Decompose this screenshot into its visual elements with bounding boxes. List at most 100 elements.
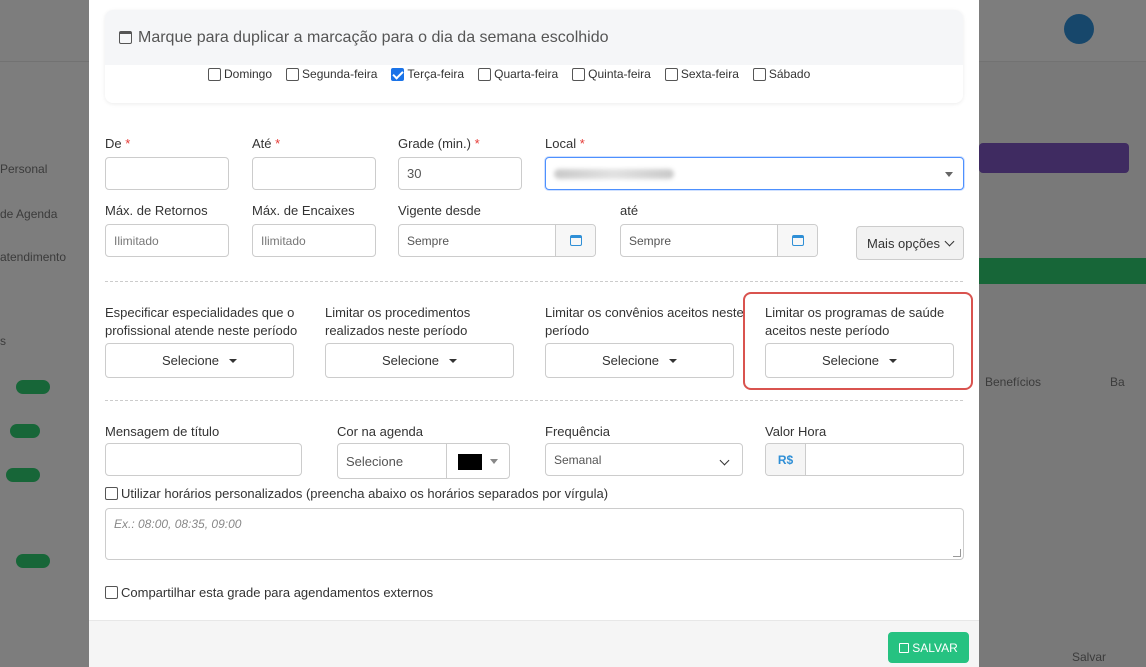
divider <box>105 281 963 282</box>
day-quinta[interactable]: Quinta-feira <box>572 67 651 81</box>
select-label: Selecione <box>161 353 220 368</box>
separator <box>446 444 447 478</box>
mensagem-label: Mensagem de título <box>105 424 220 439</box>
cor-select[interactable]: Selecione <box>337 443 510 479</box>
max-encaixes-input[interactable]: Ilimitado <box>252 224 376 257</box>
day-terca[interactable]: Terça-feira <box>391 67 464 81</box>
calendar-icon <box>569 235 582 246</box>
save-icon <box>899 642 910 653</box>
de-label: De * <box>105 136 131 151</box>
ate-input[interactable] <box>252 157 376 190</box>
custom-times-placeholder: Ex.: 08:00, 08:35, 09:00 <box>114 517 242 531</box>
custom-times-label: Utilizar horários personalizados (preenc… <box>121 486 609 501</box>
frequencia-select[interactable]: Semanal <box>545 443 743 476</box>
max-encaixes-label: Máx. de Encaixes <box>252 203 355 218</box>
day-quarta[interactable]: Quarta-feira <box>478 67 558 81</box>
custom-times-textarea[interactable]: Ex.: 08:00, 08:35, 09:00 <box>105 508 964 560</box>
checkbox[interactable] <box>752 67 766 81</box>
vigente-label: Vigente desde <box>398 203 481 218</box>
calendar-button[interactable] <box>555 225 595 256</box>
modal-footer <box>89 620 979 667</box>
procedimentos-label: Limitar os procedimentos realizados nest… <box>325 305 471 338</box>
valor-hora-input[interactable]: R$ <box>765 443 964 476</box>
local-label: Local * <box>545 136 585 151</box>
especialidades-select[interactable]: Selecione <box>105 343 294 378</box>
custom-times-option[interactable]: Utilizar horários personalizados (preenc… <box>105 486 608 501</box>
schedule-modal: Marque para duplicar a marcação para o d… <box>89 0 979 667</box>
checkbox-checked[interactable] <box>391 67 405 81</box>
day-domingo[interactable]: Domingo <box>208 67 272 81</box>
currency-addon: R$ <box>766 444 806 475</box>
select-label: Selecione <box>381 353 440 368</box>
checkbox[interactable] <box>572 67 586 81</box>
programas-label: Limitar os programas de saúde aceitos ne… <box>765 305 945 338</box>
duplicate-days-panel: Marque para duplicar a marcação para o d… <box>105 10 963 103</box>
vigente-input[interactable]: Sempre <box>398 224 596 257</box>
convenios-select[interactable]: Selecione <box>545 343 734 378</box>
vigente-value: Sempre <box>407 233 450 248</box>
select-label: Selecione <box>601 353 660 368</box>
especialidades-label: Especificar especialidades que o profiss… <box>105 305 298 338</box>
checkbox[interactable] <box>286 67 300 81</box>
day-sabado[interactable]: Sábado <box>752 67 811 81</box>
grade-value: 30 <box>407 166 422 181</box>
vigente-ate-label: até <box>620 203 639 218</box>
convenios-label: Limitar os convênios aceitos neste perío… <box>545 305 744 338</box>
cor-label: Cor na agenda <box>337 424 424 439</box>
day-label: Sexta-feira <box>680 67 739 81</box>
max-retornos-input[interactable]: Ilimitado <box>105 224 229 257</box>
caret-down-icon <box>669 358 678 363</box>
chevron-down-icon <box>944 236 955 246</box>
vigente-ate-value: Sempre <box>629 233 672 248</box>
caret-down-icon <box>889 358 898 363</box>
grade-input[interactable]: 30 <box>398 157 522 190</box>
local-value-redacted <box>554 168 674 179</box>
share-option[interactable]: Compartilhar esta grade para agendamento… <box>105 585 433 600</box>
duplicate-days-title: Marque para duplicar a marcação para o d… <box>138 28 609 46</box>
frequencia-value: Semanal <box>554 452 602 467</box>
more-options-label: Mais opções <box>867 235 940 251</box>
save-button[interactable]: SALVAR <box>888 632 969 663</box>
chevron-down-icon <box>719 455 730 466</box>
day-label: Terça-feira <box>407 67 465 81</box>
divider <box>105 400 963 401</box>
color-swatch[interactable] <box>458 454 482 470</box>
caret-down-icon <box>229 358 238 363</box>
ate-label: Até * <box>252 136 281 151</box>
day-label: Quarta-feira <box>494 67 559 81</box>
chevron-down-icon <box>945 172 953 177</box>
caret-down-icon <box>449 358 458 363</box>
mensagem-input[interactable] <box>105 443 302 476</box>
day-label: Domingo <box>224 67 273 81</box>
programas-select[interactable]: Selecione <box>765 343 954 378</box>
day-label: Segunda-feira <box>302 67 378 81</box>
checkbox[interactable] <box>478 67 492 81</box>
valor-hora-label: Valor Hora <box>765 424 827 439</box>
frequencia-label: Frequência <box>545 424 611 439</box>
duplicate-days-header: Marque para duplicar a marcação para o d… <box>105 10 963 65</box>
weekday-checkboxes: Domingo Segunda-feira Terça-feira Quarta… <box>208 67 824 81</box>
max-retornos-label: Máx. de Retornos <box>105 203 208 218</box>
day-label: Quinta-feira <box>588 67 651 81</box>
de-input[interactable] <box>105 157 229 190</box>
vigente-ate-input[interactable]: Sempre <box>620 224 818 257</box>
day-sexta[interactable]: Sexta-feira <box>664 67 739 81</box>
checkbox[interactable] <box>105 487 118 500</box>
chevron-down-icon <box>490 459 498 464</box>
calendar-button[interactable] <box>777 225 817 256</box>
calendar-icon <box>791 235 804 246</box>
share-label: Compartilhar esta grade para agendamento… <box>121 585 434 600</box>
resize-grip-icon[interactable] <box>953 549 961 557</box>
checkbox[interactable] <box>208 67 221 81</box>
local-select[interactable] <box>545 157 964 190</box>
save-label: SALVAR <box>912 640 958 655</box>
more-options-button[interactable]: Mais opções <box>856 226 964 260</box>
checkbox[interactable] <box>664 67 678 81</box>
cor-select-label: Selecione <box>346 453 404 469</box>
checkbox[interactable] <box>105 586 118 599</box>
day-segunda[interactable]: Segunda-feira <box>286 67 377 81</box>
select-label: Selecione <box>821 353 880 368</box>
calendar-icon <box>119 31 132 44</box>
day-label: Sábado <box>768 67 811 81</box>
procedimentos-select[interactable]: Selecione <box>325 343 514 378</box>
